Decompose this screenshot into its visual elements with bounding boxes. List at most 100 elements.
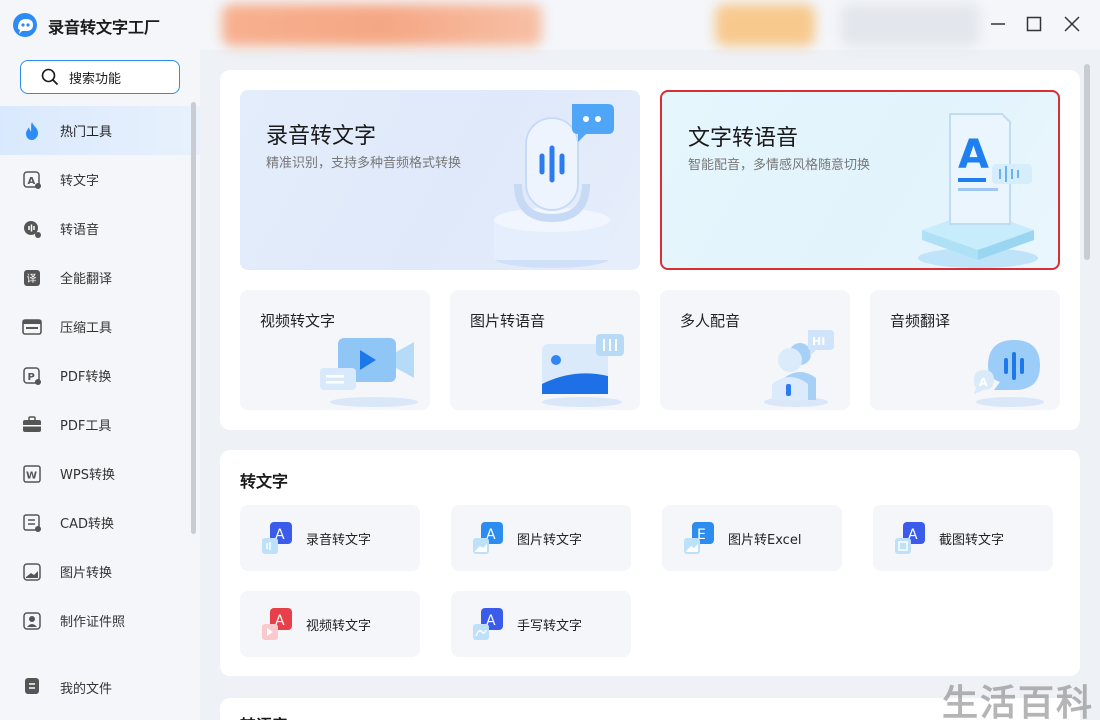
sidebar-item-compress[interactable]: 压缩工具 bbox=[0, 302, 200, 351]
image-to-excel-icon: E bbox=[684, 522, 714, 554]
maximize-button[interactable] bbox=[1022, 12, 1046, 36]
watermark: 生活百科 bbox=[942, 683, 1095, 720]
tool-label: 图片转文字 bbox=[517, 532, 583, 548]
sidebar-item-my-files[interactable]: 我的文件 bbox=[0, 663, 200, 712]
pdf-convert-icon: P bbox=[23, 366, 41, 385]
screenshot-to-text-icon: A bbox=[895, 522, 925, 554]
tool-label: 图片转Excel bbox=[728, 532, 802, 548]
card-video-to-text[interactable]: 视频转文字 bbox=[240, 290, 430, 410]
people-icon: HI bbox=[764, 330, 834, 407]
hero-card-text-to-speech[interactable]: 文字转语音 智能配音，多情感风格随意切换 A bbox=[660, 90, 1060, 270]
svg-text:A: A bbox=[979, 376, 988, 389]
tool-label: 截图转文字 bbox=[939, 532, 1005, 548]
card-title: 多人配音 bbox=[680, 312, 741, 330]
next-section-title: 转语音 bbox=[240, 712, 288, 720]
svg-text:A: A bbox=[28, 176, 36, 187]
sidebar-item-label: 热门工具 bbox=[60, 125, 113, 140]
card-title: 音频翻译 bbox=[890, 312, 951, 330]
card-audio-translate[interactable]: 音频翻译 A bbox=[870, 290, 1060, 410]
sidebar-item-label: 制作证件照 bbox=[60, 615, 126, 630]
app-logo-icon bbox=[13, 13, 37, 37]
sidebar-item-cad-convert[interactable]: CAD转换 bbox=[0, 498, 200, 547]
sidebar-item-label: 压缩工具 bbox=[60, 321, 113, 336]
video-to-text-icon: A bbox=[262, 608, 292, 640]
image-to-text-icon: A bbox=[473, 522, 503, 554]
maximize-icon bbox=[1026, 16, 1042, 32]
hero-card-audio-to-text[interactable]: 录音转文字 精准识别，支持多种音频格式转换 bbox=[240, 90, 640, 270]
minimize-button[interactable] bbox=[986, 12, 1010, 36]
sidebar: 搜索功能 热门工具 A 转文字 转语音 译 全能翻译 压缩工具 P PDF转换 bbox=[0, 50, 200, 720]
voice-icon bbox=[24, 220, 41, 238]
hero-subtitle: 智能配音，多情感风格随意切换 bbox=[688, 158, 871, 173]
text-a-icon: A bbox=[23, 170, 41, 189]
toolbox-icon bbox=[23, 415, 41, 432]
tool-handwriting-to-text[interactable]: A 手写转文字 bbox=[451, 591, 631, 657]
sidebar-item-label: 图片转换 bbox=[60, 566, 113, 581]
translate-icon: 译 bbox=[24, 269, 40, 286]
document-a-icon: A bbox=[918, 113, 1038, 268]
sidebar-item-to-text[interactable]: A 转文字 bbox=[0, 155, 200, 204]
search-label: 搜索功能 bbox=[69, 71, 122, 87]
main-scrollbar[interactable] bbox=[1084, 64, 1090, 260]
sidebar-item-hot-tools[interactable]: 热门工具 bbox=[0, 106, 200, 155]
sidebar-item-label: 转文字 bbox=[60, 174, 100, 189]
speech-bubble-icon: A bbox=[974, 340, 1044, 407]
id-photo-icon bbox=[23, 611, 41, 630]
image-voice-icon bbox=[542, 334, 624, 407]
search-icon bbox=[41, 68, 59, 86]
wps-icon: W bbox=[23, 464, 41, 483]
tool-screenshot-to-text[interactable]: A 截图转文字 bbox=[873, 505, 1053, 571]
sidebar-nav: 热门工具 A 转文字 转语音 译 全能翻译 压缩工具 P PDF转换 PDF工具… bbox=[0, 106, 200, 645]
sidebar-item-id-photo[interactable]: 制作证件照 bbox=[0, 596, 200, 645]
sidebar-item-label: PDF工具 bbox=[60, 419, 112, 434]
tool-audio-to-text[interactable]: A 录音转文字 bbox=[240, 505, 420, 571]
blurred-banner bbox=[222, 4, 542, 46]
sidebar-scrollbar[interactable] bbox=[191, 102, 196, 534]
sidebar-item-pdf-convert[interactable]: P PDF转换 bbox=[0, 351, 200, 400]
sidebar-item-to-voice[interactable]: 转语音 bbox=[0, 204, 200, 253]
sidebar-item-label: WPS转换 bbox=[60, 468, 115, 483]
hero-title: 录音转文字 bbox=[266, 124, 377, 149]
sidebar-item-label: 我的文件 bbox=[60, 682, 113, 697]
section-title: 转文字 bbox=[240, 472, 289, 491]
close-icon bbox=[1064, 16, 1080, 32]
tool-label: 视频转文字 bbox=[306, 618, 372, 634]
minimize-icon bbox=[991, 23, 1005, 25]
microphone-icon bbox=[494, 104, 614, 268]
video-camera-icon bbox=[320, 338, 418, 407]
file-icon bbox=[25, 677, 39, 694]
sidebar-item-label: 全能翻译 bbox=[60, 272, 113, 287]
sidebar-item-label: PDF转换 bbox=[60, 370, 112, 385]
svg-text:W: W bbox=[26, 470, 37, 481]
hero-subtitle: 精准识别，支持多种音频格式转换 bbox=[266, 156, 462, 171]
cad-icon bbox=[23, 513, 41, 532]
svg-text:P: P bbox=[28, 372, 35, 383]
app-title: 录音转文字工厂 bbox=[48, 18, 161, 37]
compress-icon bbox=[22, 318, 42, 335]
sidebar-item-wps-convert[interactable]: W WPS转换 bbox=[0, 449, 200, 498]
sidebar-item-image-convert[interactable]: 图片转换 bbox=[0, 547, 200, 596]
svg-text:A: A bbox=[958, 132, 989, 178]
card-multi-voice[interactable]: 多人配音 HI bbox=[660, 290, 850, 410]
handwriting-to-text-icon: A bbox=[473, 608, 503, 640]
sidebar-item-label: CAD转换 bbox=[60, 517, 114, 532]
tool-image-to-text[interactable]: A 图片转文字 bbox=[451, 505, 631, 571]
tool-image-to-excel[interactable]: E 图片转Excel bbox=[662, 505, 842, 571]
image-icon bbox=[23, 562, 41, 581]
search-button[interactable]: 搜索功能 bbox=[20, 60, 180, 94]
card-image-to-speech[interactable]: 图片转语音 bbox=[450, 290, 640, 410]
close-button[interactable] bbox=[1060, 12, 1084, 36]
blurred-account bbox=[840, 4, 980, 46]
sidebar-item-label: 转语音 bbox=[60, 223, 100, 238]
audio-to-text-icon: A bbox=[262, 522, 292, 554]
svg-text:译: 译 bbox=[27, 273, 37, 285]
sidebar-item-pdf-tools[interactable]: PDF工具 bbox=[0, 400, 200, 449]
hero-title: 文字转语音 bbox=[688, 126, 799, 151]
svg-text:HI: HI bbox=[812, 335, 825, 348]
tool-label: 录音转文字 bbox=[306, 532, 372, 548]
fire-icon bbox=[26, 121, 38, 140]
sidebar-item-translate[interactable]: 译 全能翻译 bbox=[0, 253, 200, 302]
tool-label: 手写转文字 bbox=[517, 618, 583, 634]
title-bar: 录音转文字工厂 bbox=[0, 0, 1100, 50]
tool-video-to-text[interactable]: A 视频转文字 bbox=[240, 591, 420, 657]
